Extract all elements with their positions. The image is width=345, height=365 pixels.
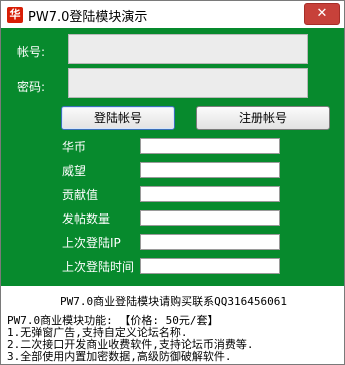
info-label-posts: 发帖数量 — [62, 212, 111, 226]
account-input[interactable] — [68, 34, 308, 64]
register-button[interactable]: 注册帐号 — [196, 106, 330, 130]
info-label-last-ip: 上次登陆IP — [62, 236, 121, 250]
window-title: PW7.0登陆模块演示 — [28, 10, 148, 25]
info-label-coins: 华币 — [62, 140, 87, 154]
password-label: 密码: — [17, 80, 46, 94]
account-label: 帐号: — [17, 45, 46, 59]
info-value-contribution — [140, 186, 280, 202]
main-window: 华 PW7.0登陆模块演示 ✕ 帐号: 密码: 登陆帐号 注册帐号 华币 威望 … — [0, 0, 345, 365]
password-input[interactable] — [68, 68, 308, 98]
info-value-posts — [140, 210, 280, 226]
info-label-contribution: 贡献值 — [62, 188, 99, 202]
info-label-prestige: 威望 — [62, 164, 87, 178]
info-value-last-time — [140, 258, 280, 274]
feature-line-3: 3.全部使用内置加密数据,高级防御破解软件. — [7, 350, 232, 363]
close-button[interactable]: ✕ — [304, 3, 340, 25]
app-icon: 华 — [7, 7, 23, 23]
info-value-coins — [140, 138, 280, 154]
contact-text: PW7.0商业登陆模块请购买联系QQ316456061 — [60, 295, 287, 308]
login-panel: 帐号: 密码: 登陆帐号 注册帐号 华币 威望 贡献值 发帖数量 上次登陆IP … — [1, 28, 344, 286]
info-value-last-ip — [140, 234, 280, 250]
title-bar[interactable]: 华 PW7.0登陆模块演示 ✕ — [1, 1, 344, 28]
info-label-last-time: 上次登陆时间 — [62, 260, 135, 274]
info-value-prestige — [140, 162, 280, 178]
login-button[interactable]: 登陆帐号 — [61, 106, 175, 130]
footer-info: PW7.0商业登陆模块请购买联系QQ316456061 PW7.0商业模块功能:… — [1, 286, 344, 364]
